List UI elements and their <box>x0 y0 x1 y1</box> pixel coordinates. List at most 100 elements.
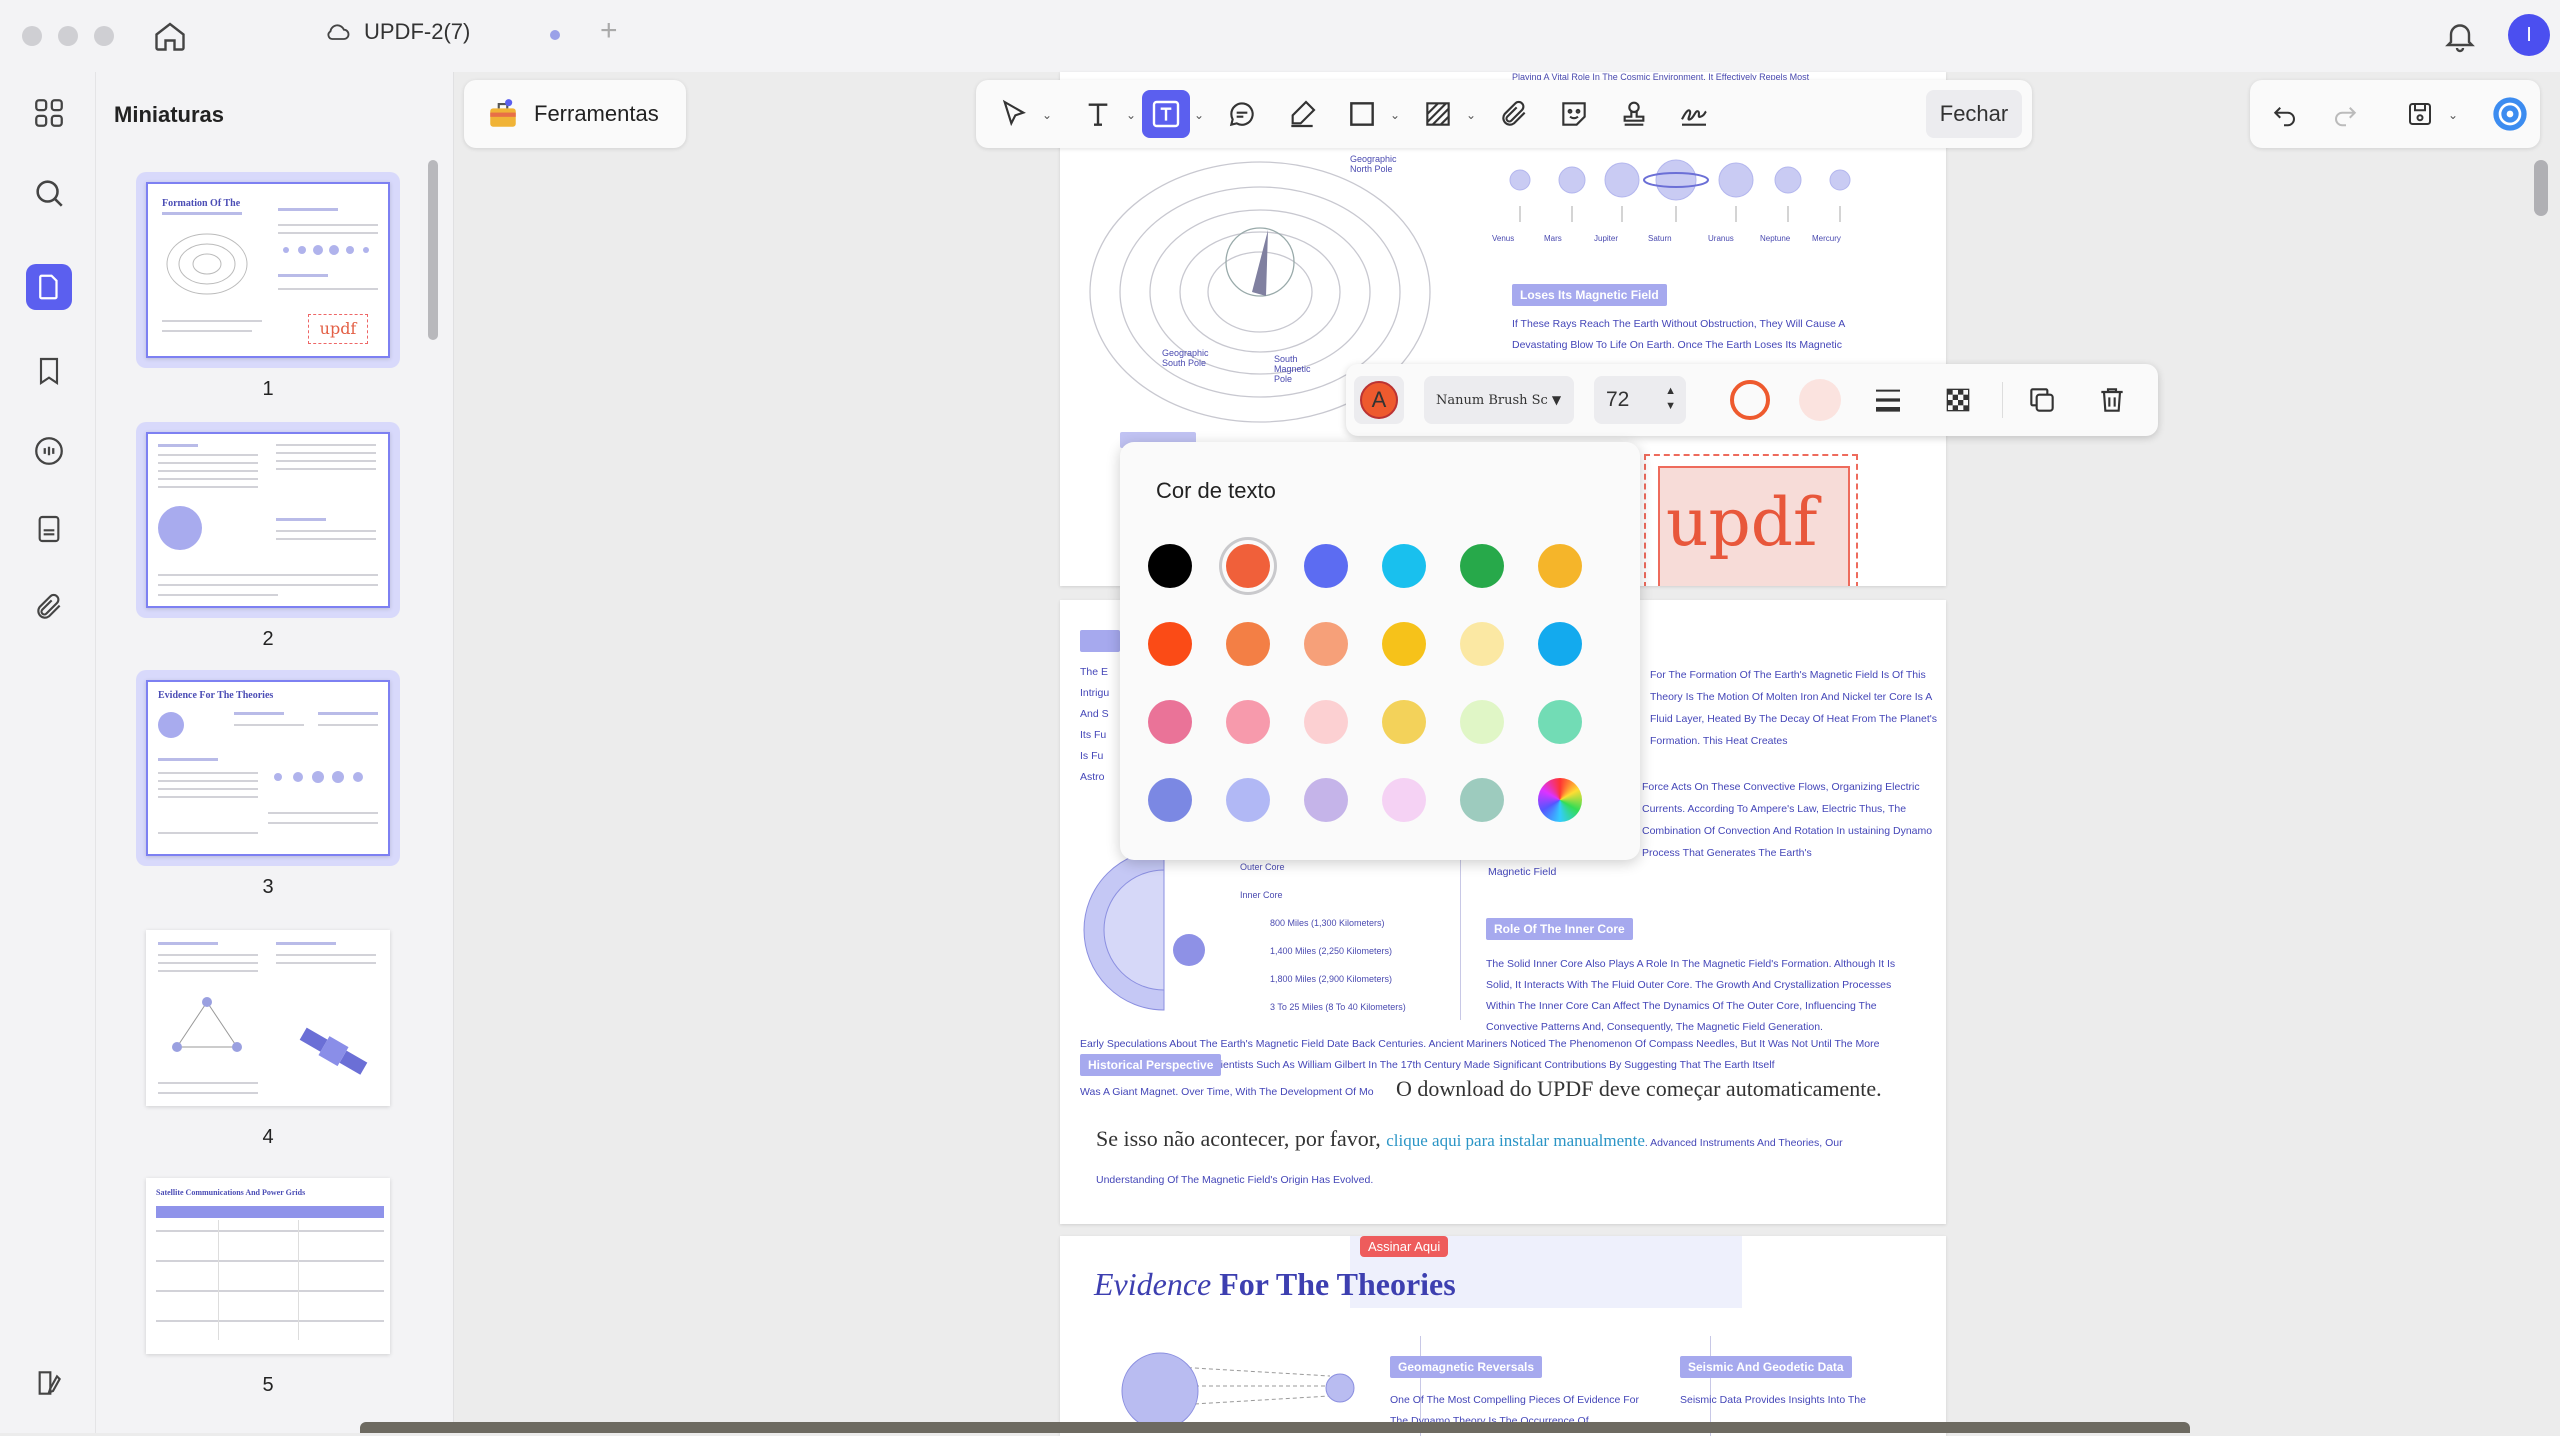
thumbnail-preview <box>146 432 390 608</box>
stamp-selection-box[interactable]: updf <box>1644 454 1858 586</box>
chevron-down-icon[interactable]: ⌄ <box>1390 108 1400 122</box>
font-size-stepper[interactable]: 72 ▲ ▼ <box>1594 376 1686 424</box>
color-swatch[interactable] <box>1226 778 1270 822</box>
save-icon[interactable] <box>2396 90 2444 138</box>
install-manually-link[interactable]: clique aqui para instalar manualmente <box>1386 1131 1645 1150</box>
form-icon[interactable] <box>26 506 72 552</box>
core-label: 3 To 25 Miles (8 To 40 Kilometers) <box>1270 1002 1406 1012</box>
thumbnail-page-3[interactable]: Evidence For The Theories 3 <box>136 670 400 899</box>
document-tab[interactable]: UPDF-2(7) <box>324 18 470 46</box>
earth-core-diagram <box>1083 849 1205 1011</box>
hatch-area-icon[interactable] <box>1414 90 1462 138</box>
thumbnail-number: 3 <box>262 876 274 898</box>
thumbnail-page-1[interactable]: Formation Of The updf 1 <box>136 172 400 401</box>
color-swatch[interactable] <box>1538 700 1582 744</box>
ai-assistant-icon[interactable] <box>2486 90 2534 138</box>
stepper-arrows-icon[interactable]: ▲ ▼ <box>1665 384 1676 414</box>
color-swatch[interactable] <box>1460 544 1504 588</box>
color-swatch[interactable] <box>1538 544 1582 588</box>
color-swatch[interactable] <box>1226 544 1270 588</box>
attach-file-icon[interactable] <box>1490 90 1538 138</box>
trash-icon[interactable] <box>2088 376 2136 424</box>
color-swatch[interactable] <box>1148 622 1192 666</box>
color-swatch[interactable] <box>1460 778 1504 822</box>
select-tool-icon[interactable] <box>990 90 1038 138</box>
color-swatch[interactable] <box>1382 622 1426 666</box>
color-swatch[interactable] <box>1148 778 1192 822</box>
bottom-edge <box>360 1422 2190 1433</box>
home-icon[interactable] <box>152 18 188 54</box>
planet-label: Mars <box>1544 234 1562 243</box>
color-swatch[interactable] <box>1304 622 1348 666</box>
highlighter-icon[interactable] <box>1278 90 1326 138</box>
undo-icon[interactable] <box>2260 90 2308 138</box>
planets-diagram <box>1509 159 1851 222</box>
color-swatch[interactable] <box>1460 622 1504 666</box>
border-color-button[interactable] <box>1728 378 1772 422</box>
chevron-down-icon[interactable]: ⌄ <box>1042 108 1052 122</box>
viewer-scrollbar[interactable] <box>2534 160 2548 216</box>
color-swatch[interactable] <box>1382 700 1426 744</box>
unsaved-dot-icon <box>550 30 560 40</box>
text-color-button[interactable]: A <box>1354 376 1404 424</box>
opacity-icon[interactable] <box>1934 376 1982 424</box>
updf-text-stamp[interactable]: updf <box>1658 466 1850 586</box>
tools-button[interactable]: Ferramentas <box>464 80 686 148</box>
text-format-bar: A Nanum Brush Sc ▼ 72 ▲ ▼ <box>1346 364 2158 436</box>
window-close-button[interactable] <box>22 26 42 46</box>
color-swatch[interactable] <box>1382 544 1426 588</box>
pages-icon[interactable] <box>26 264 72 310</box>
search-icon[interactable] <box>26 170 72 216</box>
color-swatch[interactable] <box>1382 778 1426 822</box>
color-swatch[interactable] <box>1226 700 1270 744</box>
font-family-select[interactable]: Nanum Brush Sc ▼ <box>1424 376 1574 424</box>
stamp-icon[interactable] <box>1610 90 1658 138</box>
fill-color-button[interactable] <box>1798 378 1842 422</box>
pdf-page-3: Assinar Aqui Evidence For The Theories G… <box>1060 1236 1946 1436</box>
redo-icon[interactable] <box>2322 90 2370 138</box>
chevron-down-icon[interactable]: ⌄ <box>1466 108 1476 122</box>
duplicate-icon[interactable] <box>2018 376 2066 424</box>
sticker-icon[interactable] <box>1550 90 1598 138</box>
thumbnail-page-4[interactable]: 4 <box>136 920 400 1149</box>
color-swatch[interactable] <box>1304 700 1348 744</box>
comment-bubble-icon[interactable] <box>1218 90 1266 138</box>
chevron-down-icon[interactable]: ⌄ <box>1126 108 1136 122</box>
notification-bell-icon[interactable] <box>2442 18 2478 54</box>
color-swatch[interactable] <box>1304 778 1348 822</box>
text-box-icon[interactable] <box>1142 90 1190 138</box>
color-swatch[interactable] <box>1148 544 1192 588</box>
bookmark-icon[interactable] <box>26 348 72 394</box>
color-swatch[interactable] <box>1226 622 1270 666</box>
text-tool-icon[interactable] <box>1074 90 1122 138</box>
apps-grid-icon[interactable] <box>26 90 72 136</box>
thumbnail-page-5[interactable]: Satellite Communications And Power Grids… <box>136 1168 400 1397</box>
chevron-down-icon[interactable]: ⌄ <box>2448 108 2458 122</box>
color-swatch[interactable] <box>1538 622 1582 666</box>
line-weight-icon[interactable] <box>1864 376 1912 424</box>
thumbnail-page-2[interactable]: 2 <box>136 422 400 651</box>
signature-icon[interactable] <box>1670 90 1718 138</box>
sign-here-badge[interactable]: Assinar Aqui <box>1360 1236 1449 1257</box>
core-label: Outer Core <box>1240 862 1285 872</box>
attachment-icon[interactable] <box>26 584 72 630</box>
color-swatch[interactable] <box>1148 700 1192 744</box>
text-color-icon: A <box>1360 381 1398 419</box>
chevron-down-icon[interactable]: ⌄ <box>1194 108 1204 122</box>
toolbox-icon <box>486 97 520 131</box>
right-toolbar: ⌄ <box>2250 80 2540 148</box>
thumbnail-scrollbar[interactable] <box>428 160 438 340</box>
planet-label: Neptune <box>1760 234 1791 243</box>
custom-color-swatch[interactable] <box>1538 778 1582 822</box>
color-swatch[interactable] <box>1304 544 1348 588</box>
window-zoom-button[interactable] <box>94 26 114 46</box>
rectangle-icon[interactable] <box>1338 90 1386 138</box>
close-edit-button[interactable]: Fechar <box>1926 90 2022 138</box>
user-avatar[interactable]: I <box>2508 14 2550 56</box>
section-tag: Loses Its Magnetic Field <box>1512 284 1667 306</box>
sidebar-toggle-icon[interactable] <box>26 1360 72 1406</box>
color-swatch[interactable] <box>1460 700 1504 744</box>
new-tab-button[interactable]: + <box>600 14 618 48</box>
comment-icon[interactable] <box>26 428 72 474</box>
window-minimize-button[interactable] <box>58 26 78 46</box>
